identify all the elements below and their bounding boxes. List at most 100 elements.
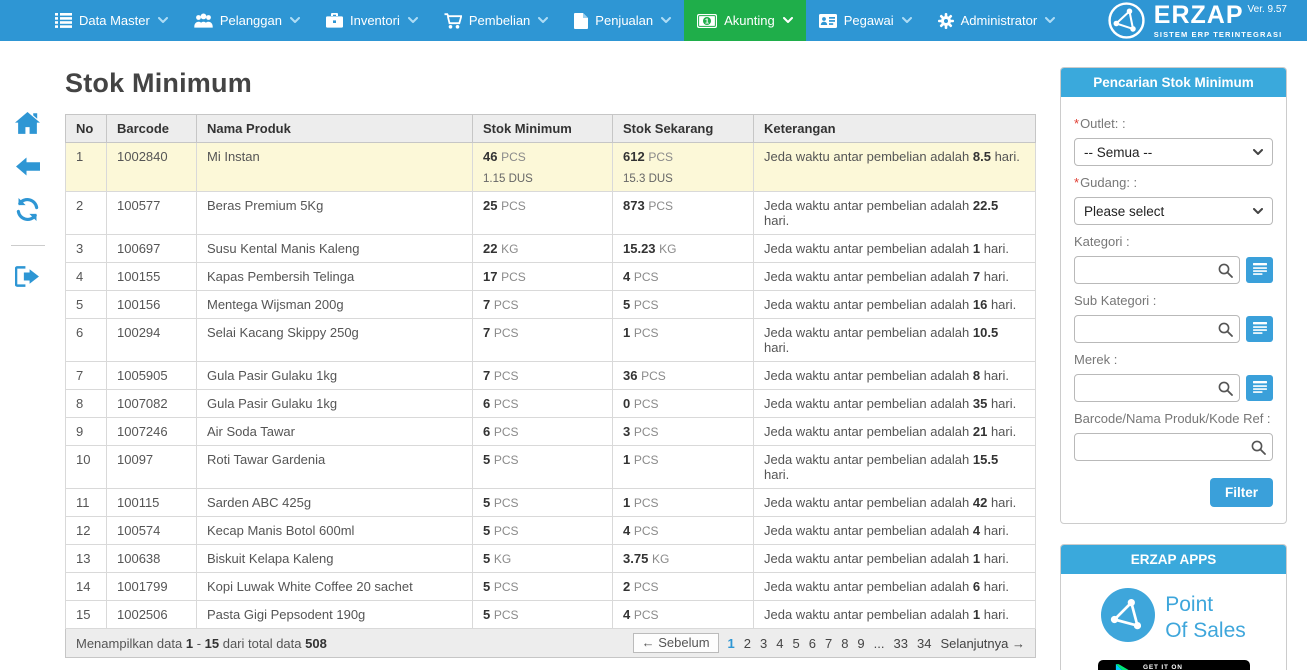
nav-item-pegawai[interactable]: Pegawai <box>806 0 925 41</box>
google-play-badge[interactable]: GET IT ON Google Play <box>1098 660 1250 670</box>
col-header-nama-produk: Nama Produk <box>197 115 473 143</box>
search-icon <box>1218 381 1233 396</box>
logout-button[interactable] <box>14 266 42 292</box>
table-row[interactable]: 1010097Roti Tawar Gardenia5 PCS1 PCSJeda… <box>66 446 1036 489</box>
cell-no: 9 <box>66 418 107 446</box>
nav-item-label: Data Master <box>79 13 150 28</box>
table-row[interactable]: 81007082Gula Pasir Gulaku 1kg6 PCS0 PCSJ… <box>66 390 1036 418</box>
table-row[interactable]: 5100156Mentega Wijsman 200g7 PCS5 PCSJed… <box>66 291 1036 319</box>
nav-item-akunting[interactable]: 1Akunting <box>684 0 806 41</box>
cell-no: 1 <box>66 143 107 192</box>
pos-logo-text: Point Of Sales <box>1165 592 1246 642</box>
cell-barcode: 1002840 <box>107 143 197 192</box>
cell-stock-min: 7 PCS <box>473 362 613 390</box>
table-row[interactable]: 11002840Mi Instan46 PCS1.15 DUS612 PCS15… <box>66 143 1036 192</box>
table-row[interactable]: 13100638Biskuit Kelapa Kaleng5 KG3.75 KG… <box>66 545 1036 573</box>
search-panel-title: Pencarian Stok Minimum <box>1061 68 1286 97</box>
search-icon <box>1218 322 1233 337</box>
cell-product-name: Biskuit Kelapa Kaleng <box>197 545 473 573</box>
cell-product-name: Mi Instan <box>197 143 473 192</box>
table-row[interactable]: 91007246Air Soda Tawar6 PCS3 PCSJeda wak… <box>66 418 1036 446</box>
selected-value: Please select <box>1084 204 1164 219</box>
chevron-down-icon <box>1045 17 1055 24</box>
table-row[interactable]: 2100577Beras Premium 5Kg25 PCS873 PCSJed… <box>66 192 1036 235</box>
badge-get-it-on: GET IT ON <box>1143 665 1232 670</box>
content-area: Stok Minimum NoBarcodeNama ProdukStok Mi… <box>65 41 1036 670</box>
cell-stock-min: 6 PCS <box>473 390 613 418</box>
pagination-page-9[interactable]: 9 <box>857 636 864 651</box>
pagination-page-1[interactable]: 1 <box>728 636 735 651</box>
cell-stock-min: 46 PCS1.15 DUS <box>473 143 613 192</box>
cell-no: 13 <box>66 545 107 573</box>
pagination-page-34[interactable]: 34 <box>917 636 931 651</box>
nav-item-administrator[interactable]: Administrator <box>925 0 1069 41</box>
merek-list-button[interactable] <box>1246 375 1273 401</box>
pagination-page-6[interactable]: 6 <box>809 636 816 651</box>
listbox-icon <box>1253 381 1267 396</box>
merek-input[interactable] <box>1074 374 1240 402</box>
table-row[interactable]: 4100155Kapas Pembersih Telinga17 PCS4 PC… <box>66 263 1036 291</box>
pagination-page-4[interactable]: 4 <box>776 636 783 651</box>
nav-item-inventori[interactable]: Inventori <box>313 0 431 41</box>
cell-no: 8 <box>66 390 107 418</box>
gudang-select[interactable]: Please select <box>1074 197 1273 225</box>
idcard-icon <box>819 14 837 28</box>
sub-kategori-list-button[interactable] <box>1246 316 1273 342</box>
home-button[interactable] <box>14 113 42 139</box>
pagination-page-2[interactable]: 2 <box>744 636 751 651</box>
table-row[interactable]: 3100697Susu Kental Manis Kaleng22 KG15.2… <box>66 235 1036 263</box>
barcode-nama-produk-kode-ref-input[interactable] <box>1074 433 1273 461</box>
table-row[interactable]: 12100574Kecap Manis Botol 600ml5 PCS4 PC… <box>66 517 1036 545</box>
cart-icon <box>444 13 462 29</box>
cell-stock-min: 5 PCS <box>473 517 613 545</box>
table-row[interactable]: 71005905Gula Pasir Gulaku 1kg7 PCS36 PCS… <box>66 362 1036 390</box>
cell-stock-min: 5 PCS <box>473 573 613 601</box>
cell-stock-min: 7 PCS <box>473 319 613 362</box>
apps-panel: ERZAP APPS Point Of Sales GET IT ON Goog… <box>1060 544 1287 670</box>
pagination-page-7[interactable]: 7 <box>825 636 832 651</box>
cell-no: 4 <box>66 263 107 291</box>
cell-barcode: 1005905 <box>107 362 197 390</box>
pagination-page-33[interactable]: 33 <box>894 636 908 651</box>
cell-product-name: Air Soda Tawar <box>197 418 473 446</box>
pagination-page-5[interactable]: 5 <box>792 636 799 651</box>
left-toolbar <box>0 41 55 670</box>
nav-item-data-master[interactable]: Data Master <box>42 0 181 41</box>
outlet-select[interactable]: -- Semua -- <box>1074 138 1273 166</box>
pagination-page-3[interactable]: 3 <box>760 636 767 651</box>
table-row[interactable]: 141001799Kopi Luwak White Coffee 20 sach… <box>66 573 1036 601</box>
chevron-down-icon <box>408 17 418 24</box>
kategori-input[interactable] <box>1074 256 1240 284</box>
nav-item-pelanggan[interactable]: Pelanggan <box>181 0 313 41</box>
field-label-kategori: Kategori : <box>1074 234 1273 249</box>
back-button[interactable] <box>14 156 42 182</box>
cell-product-name: Kopi Luwak White Coffee 20 sachet <box>197 573 473 601</box>
cell-stock-now: 4 PCS <box>613 263 754 291</box>
field-label-gudang: *Gudang: : <box>1074 175 1273 190</box>
refresh-button[interactable] <box>14 199 42 225</box>
search-panel: Pencarian Stok Minimum *Outlet: : -- Semu… <box>1060 67 1287 524</box>
stock-minimum-table: NoBarcodeNama ProdukStok MinimumStok Sek… <box>65 114 1036 629</box>
refresh-icon <box>15 198 40 226</box>
kategori-list-button[interactable] <box>1246 257 1273 283</box>
sub-kategori-input[interactable] <box>1074 315 1240 343</box>
main-area: Stok Minimum NoBarcodeNama ProdukStok Mi… <box>0 41 1307 670</box>
field-label-outlet: *Outlet: : <box>1074 116 1273 131</box>
nav-item-pembelian[interactable]: Pembelian <box>431 0 561 41</box>
table-row[interactable]: 6100294Selai Kacang Skippy 250g7 PCS1 PC… <box>66 319 1036 362</box>
pagination-next-button[interactable]: Selanjutnya → <box>940 636 1025 651</box>
cell-barcode: 1007082 <box>107 390 197 418</box>
cell-stock-now: 1 PCS <box>613 489 754 517</box>
cell-stock-now: 612 PCS15.3 DUS <box>613 143 754 192</box>
filter-button[interactable]: Filter <box>1210 478 1273 507</box>
chevron-down-icon <box>290 17 300 24</box>
cell-barcode: 10097 <box>107 446 197 489</box>
search-panel-body: *Outlet: : -- Semua -- *Gudang: : Please se… <box>1061 97 1286 523</box>
pagination-prev-button[interactable]: ← Sebelum <box>633 633 719 653</box>
cell-keterangan: Jeda waktu antar pembelian adalah 1 hari… <box>754 545 1036 573</box>
pagination-page-8[interactable]: 8 <box>841 636 848 651</box>
table-row[interactable]: 11100115Sarden ABC 425g5 PCS1 PCSJeda wa… <box>66 489 1036 517</box>
table-row[interactable]: 151002506Pasta Gigi Pepsodent 190g5 PCS4… <box>66 601 1036 629</box>
cell-no: 15 <box>66 601 107 629</box>
nav-item-penjualan[interactable]: Penjualan <box>561 0 684 41</box>
